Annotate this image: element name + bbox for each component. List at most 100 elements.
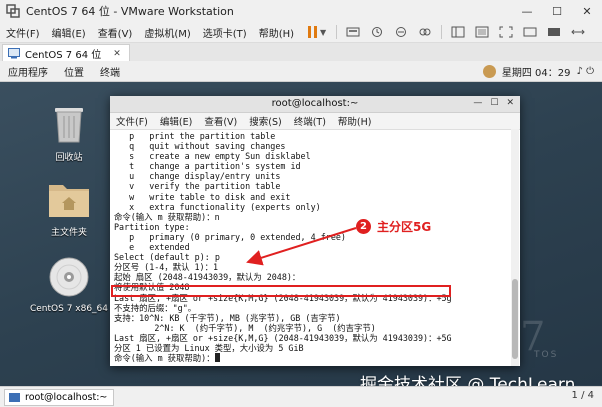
- window-title: CentOS 7 64 位 - VMware Workstation: [26, 5, 234, 18]
- menu-help[interactable]: 帮助(H): [253, 25, 300, 40]
- menu-places[interactable]: 位置: [56, 64, 92, 79]
- terminal-line: Last 扇区, +扇区 or +size{K,M,G} (2048-41943…: [114, 332, 452, 343]
- toolbar-divider: [441, 25, 443, 39]
- terminal-line: 分区号 (1-4，默认 1)：1: [114, 262, 219, 273]
- terminal-menu-search[interactable]: 搜索(S): [243, 114, 287, 128]
- thumbnail-view-icon[interactable]: [475, 26, 489, 38]
- step-badge: 2: [356, 219, 371, 234]
- annotation-text: 主分区5G: [377, 220, 432, 234]
- minimize-button[interactable]: —: [512, 0, 542, 22]
- taskbar-item-label: root@localhost:~: [25, 392, 108, 403]
- gnome-status-area: 星期四 04：29 ♪ ⏻: [482, 61, 594, 81]
- terminal-line: u change display/entry units: [114, 171, 281, 182]
- send-keys-icon[interactable]: [346, 26, 360, 38]
- menu-tabs[interactable]: 选项卡(T): [197, 25, 253, 40]
- vmware-menubar: 文件(F) 编辑(E) 查看(V) 虚拟机(M) 选项卡(T) 帮助(H) ▼: [0, 22, 602, 43]
- trash-icon: [55, 108, 83, 143]
- toolbar-divider: [336, 25, 338, 39]
- terminal-menu-help[interactable]: 帮助(H): [332, 114, 378, 128]
- workspace-pager[interactable]: 1 / 4: [572, 390, 594, 401]
- desktop-icon-label: CentOS 7 x86_64: [29, 304, 109, 314]
- unity-view-icon[interactable]: [523, 26, 537, 38]
- menu-terminal[interactable]: 终端: [92, 64, 128, 79]
- scrollbar-thumb[interactable]: [512, 279, 518, 359]
- terminal-menu-view[interactable]: 查看(V): [198, 114, 243, 128]
- vmware-logo-icon: [6, 4, 20, 18]
- terminal-line: x extra functionality (experts only): [114, 201, 321, 212]
- desktop-icon-label: 主文件夹: [50, 228, 87, 238]
- tab-centos[interactable]: CentOS 7 64 位 ✕: [2, 44, 130, 62]
- terminal-line: q quit without saving changes: [114, 141, 286, 152]
- tab-label: CentOS 7 64 位: [25, 50, 102, 61]
- maximize-button[interactable]: ☐: [542, 0, 572, 22]
- terminal-line: e extended: [114, 242, 190, 253]
- vm-tab-icon: [8, 48, 20, 59]
- menu-view[interactable]: 查看(V): [92, 25, 139, 40]
- desktop-icon-label: 回收站: [55, 153, 83, 163]
- taskbar-item-terminal[interactable]: root@localhost:~: [4, 389, 115, 406]
- terminal-line: w write table to disk and exit: [114, 191, 291, 202]
- fullscreen-icon[interactable]: [499, 26, 513, 38]
- terminal-line: 支持：10^N: KB (千字节), MB (兆字节), GB (吉字节): [114, 312, 341, 323]
- close-button[interactable]: ✕: [572, 0, 602, 22]
- console-view-icon[interactable]: [547, 26, 561, 38]
- terminal-prompt-line[interactable]: 命令(输入 m 获取帮助)：: [114, 353, 504, 363]
- centos-watermark-text: TOS: [534, 350, 559, 360]
- snapshot-manager-icon[interactable]: [418, 26, 432, 38]
- vm-taskbar: root@localhost:~ 1 / 4: [0, 386, 602, 407]
- terminal-maximize-button[interactable]: ☐: [490, 98, 498, 108]
- terminal-line: p print the partition table: [114, 131, 276, 141]
- desktop-icon-dvd[interactable]: CentOS 7 x86_64: [29, 256, 109, 314]
- dvd-icon: [49, 257, 89, 297]
- terminal-line: 不支持的后缀："g"。: [114, 302, 197, 313]
- chevron-down-icon[interactable]: ▼: [320, 28, 326, 37]
- terminal-line: 分区 1 已设置为 Linux 类型，大小设为 5 GiB: [114, 342, 304, 353]
- terminal-line: Select (default p): p: [114, 252, 220, 263]
- library-icon[interactable]: [451, 26, 465, 38]
- revert-snapshot-icon[interactable]: [394, 26, 408, 38]
- terminal-line: 命令(输入 m 获取帮助)：n: [114, 211, 220, 222]
- highlight-box: [111, 285, 451, 297]
- terminal-menu-edit[interactable]: 编辑(E): [154, 114, 198, 128]
- terminal-window[interactable]: root@localhost:~ — ☐ ✕ 文件(F) 编辑(E) 查看(V)…: [110, 96, 520, 366]
- stretch-view-icon[interactable]: [571, 26, 585, 38]
- terminal-menu-file[interactable]: 文件(F): [110, 114, 154, 128]
- pause-icon[interactable]: [308, 26, 318, 38]
- terminal-line: s create a new empty Sun disklabel: [114, 151, 311, 162]
- terminal-line: Partition type:: [114, 221, 190, 232]
- terminal-title: root@localhost:~: [271, 98, 359, 109]
- terminal-line: t change a partition's system id: [114, 161, 301, 172]
- terminal-window-controls: — ☐ ✕: [473, 98, 514, 108]
- menu-file[interactable]: 文件(F): [0, 25, 46, 40]
- terminal-minimize-button[interactable]: —: [473, 98, 482, 108]
- terminal-menu-terminal[interactable]: 终端(T): [288, 114, 332, 128]
- terminal-scrollbar[interactable]: [511, 129, 519, 366]
- terminal-line: 起始 扇区 (2048-41943039，默认为 2048)：: [114, 272, 301, 283]
- terminal-titlebar[interactable]: root@localhost:~ — ☐ ✕: [110, 96, 520, 113]
- vmware-titlebar: CentOS 7 64 位 - VMware Workstation — ☐ ✕: [0, 0, 602, 22]
- vm-tabstrip: CentOS 7 64 位 ✕: [0, 43, 602, 62]
- desktop-icon-trash[interactable]: 回收站: [29, 102, 109, 163]
- snapshot-icon[interactable]: [370, 26, 384, 38]
- terminal-close-button[interactable]: ✕: [506, 98, 514, 108]
- close-icon[interactable]: ✕: [113, 49, 121, 59]
- terminal-icon: [9, 393, 20, 402]
- desktop-icon-home[interactable]: 主文件夹: [29, 179, 109, 238]
- avatar[interactable]: [482, 64, 496, 78]
- terminal-line: v verify the partition table: [114, 181, 281, 192]
- terminal-output[interactable]: p print the partition table q quit witho…: [110, 129, 508, 366]
- system-menu-icon[interactable]: ♪ ⏻: [577, 66, 594, 77]
- menu-edit[interactable]: 编辑(E): [46, 25, 92, 40]
- clock[interactable]: 星期四 04：29: [502, 64, 571, 79]
- terminal-line: p primary (0 primary, 0 extended, 4 free…: [114, 231, 346, 242]
- terminal-menubar: 文件(F) 编辑(E) 查看(V) 搜索(S) 终端(T) 帮助(H): [110, 113, 520, 130]
- gnome-topbar: 应用程序 位置 终端 星期四 04：29 ♪ ⏻: [0, 61, 602, 82]
- menu-vm[interactable]: 虚拟机(M): [138, 25, 196, 40]
- text-cursor: [214, 353, 220, 363]
- annotation-callout: 2 主分区5G: [356, 218, 431, 235]
- menu-applications[interactable]: 应用程序: [0, 64, 56, 79]
- window-controls: — ☐ ✕: [512, 0, 602, 22]
- terminal-line: 2^N: K (约千字节), M (约兆字节), G (约吉字节): [114, 322, 376, 333]
- home-folder-icon: [49, 185, 89, 217]
- terminal-prompt: 命令(输入 m 获取帮助)：: [114, 353, 215, 364]
